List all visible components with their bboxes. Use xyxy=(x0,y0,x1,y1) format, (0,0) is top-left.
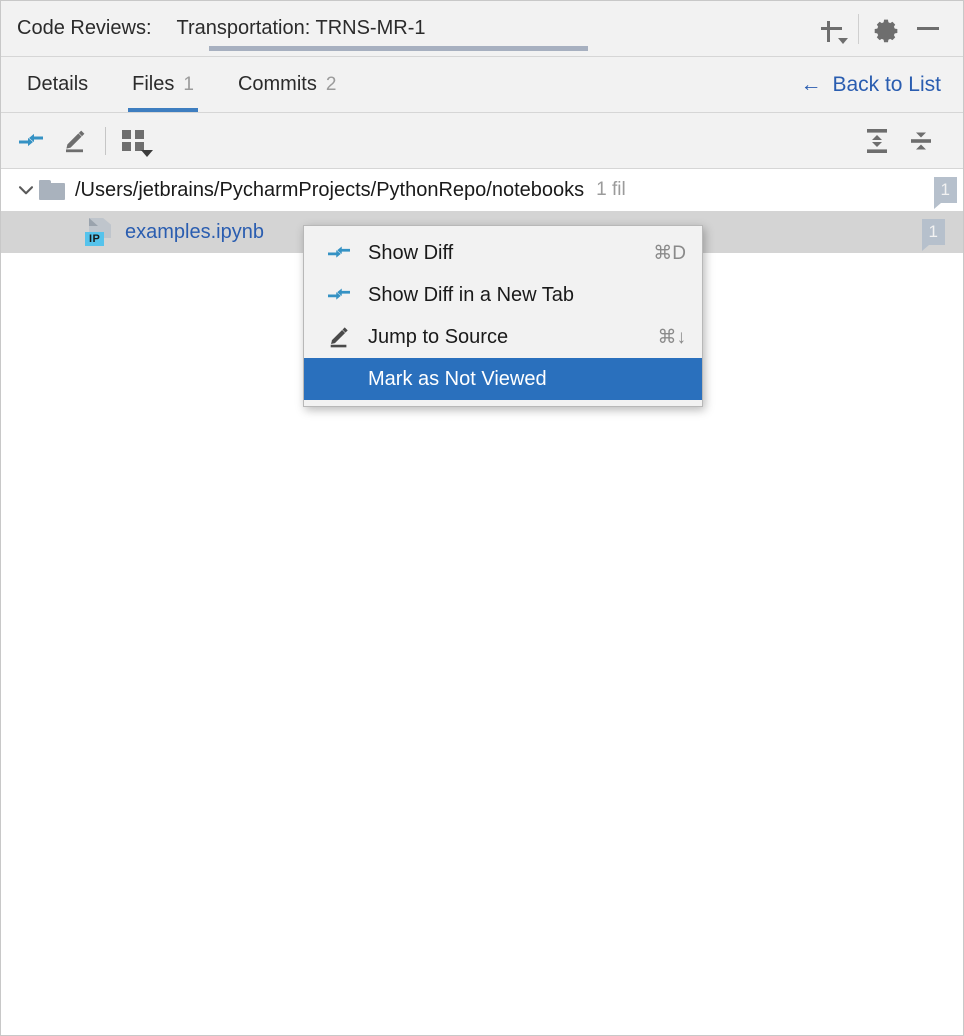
context-menu-item-label: Mark as Not Viewed xyxy=(368,367,547,390)
expand-all-button[interactable] xyxy=(855,120,899,162)
context-menu-item-shortcut: ⌘↓ xyxy=(657,326,687,348)
code-review-files-panel: Code Reviews: Transportation: TRNS-MR-1 xyxy=(0,0,964,1036)
tab-label: Details xyxy=(27,73,89,95)
context-menu-item-show-diff-new-tab[interactable]: Show Diff in a New Tab xyxy=(304,274,702,316)
chevron-down-icon[interactable] xyxy=(13,180,39,200)
tree-row-directory[interactable]: /Users/jetbrains/PycharmProjects/PythonR… xyxy=(1,169,963,211)
arrow-left-icon: ← xyxy=(800,73,822,96)
directory-path: /Users/jetbrains/PycharmProjects/PythonR… xyxy=(75,178,585,201)
gear-icon xyxy=(872,15,900,43)
minus-icon xyxy=(917,26,939,31)
context-menu-item-show-diff[interactable]: Show Diff ⌘D xyxy=(304,232,702,274)
file-name: examples.ipynb xyxy=(125,220,264,243)
context-menu-item-jump-to-source[interactable]: Jump to Source ⌘↓ xyxy=(304,316,702,358)
tabbar: Details Files 1 Commits 2 ← Back to List xyxy=(1,57,963,113)
tab-label: Commits xyxy=(237,73,317,95)
group-by-button[interactable] xyxy=(114,120,158,162)
collapse-all-button[interactable] xyxy=(899,120,943,162)
tab-label: Files xyxy=(132,73,175,95)
collapse-all-icon xyxy=(906,126,936,156)
context-menu-item-mark-as-not-viewed[interactable]: Mark as Not Viewed xyxy=(304,358,702,400)
folder-icon xyxy=(39,180,65,200)
review-title: Transportation: TRNS-MR-1 xyxy=(176,17,426,39)
chevron-down-icon xyxy=(141,149,153,157)
section-label: Code Reviews: xyxy=(17,17,152,39)
active-review-indicator xyxy=(209,46,588,51)
toolbar-divider xyxy=(105,126,106,155)
show-diff-button[interactable] xyxy=(9,120,53,162)
tab-count: 1 xyxy=(183,73,194,95)
back-to-list-link[interactable]: ← Back to List xyxy=(800,57,963,112)
hide-panel-button[interactable] xyxy=(907,9,949,49)
titlebar-divider xyxy=(858,13,859,44)
tab-commits[interactable]: Commits 2 xyxy=(216,57,358,112)
tab-files[interactable]: Files 1 xyxy=(110,57,216,112)
diff-icon xyxy=(324,240,354,266)
directory-file-count: 1 fil xyxy=(596,179,626,200)
toolbar-right-group xyxy=(855,120,955,162)
titlebar: Code Reviews: Transportation: TRNS-MR-1 xyxy=(1,1,963,57)
pencil-icon xyxy=(61,128,89,154)
context-menu-item-label: Show Diff in a New Tab xyxy=(368,283,575,306)
settings-button[interactable] xyxy=(865,9,907,49)
diff-icon xyxy=(324,282,354,308)
ipynb-file-icon: IP xyxy=(85,217,115,247)
context-menu-item-label: Jump to Source xyxy=(368,325,509,348)
titlebar-actions xyxy=(810,1,963,56)
tab-details[interactable]: Details xyxy=(1,57,110,112)
context-menu-item-label: Show Diff xyxy=(368,241,454,264)
file-context-menu: Show Diff ⌘D Show Diff in a New Tab Jump… xyxy=(303,225,703,407)
diff-icon xyxy=(17,129,45,153)
context-menu-item-shortcut: ⌘D xyxy=(653,242,686,264)
ipynb-icon-label: IP xyxy=(85,232,105,246)
pencil-icon xyxy=(324,324,354,350)
files-toolbar xyxy=(1,113,963,169)
tab-count: 2 xyxy=(325,73,337,95)
comment-count-badge: 1 xyxy=(933,177,957,209)
back-to-list-label: Back to List xyxy=(832,72,941,96)
add-review-button[interactable] xyxy=(810,9,852,49)
expand-all-icon xyxy=(862,126,892,156)
jump-to-source-button[interactable] xyxy=(53,120,97,162)
chevron-down-icon xyxy=(838,37,848,44)
comment-count-badge: 1 xyxy=(921,219,945,251)
group-by-icon xyxy=(121,128,153,157)
